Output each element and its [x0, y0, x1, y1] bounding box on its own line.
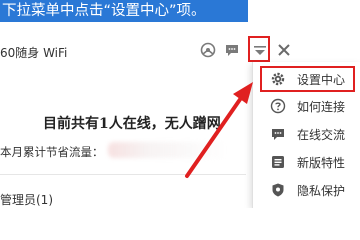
chat-icon[interactable]	[222, 40, 242, 60]
admin-count-label: 管理员(1)	[0, 193, 53, 207]
app-title: 60随身 WiFi	[0, 46, 68, 60]
close-icon[interactable]	[274, 40, 294, 60]
menu-item-new-features[interactable]: 新版特性	[253, 149, 360, 175]
menu-item-label: 新版特性	[297, 155, 346, 170]
menu-item-label: 如何连接	[297, 99, 346, 114]
help-icon	[269, 97, 287, 115]
menu-item-online-chat[interactable]: 在线交流	[253, 121, 360, 147]
annotation-box-menu-toggle	[248, 36, 270, 62]
chat-bubble-icon	[269, 125, 287, 143]
shield-icon	[269, 181, 287, 199]
features-icon	[269, 153, 287, 171]
online-status-heading: 目前共有1人在线，无人蹭网	[43, 116, 221, 132]
blurred-value	[108, 142, 228, 158]
menu-item-label: 隐私保护	[297, 183, 346, 198]
instruction-banner: 下拉菜单中点击“设置中心”项。	[0, 0, 248, 22]
annotation-box-settings	[260, 66, 355, 92]
menu-item-privacy[interactable]: 隐私保护	[253, 177, 360, 203]
screenshot-stage: 下拉菜单中点击“设置中心”项。 60随身 WiFi 目前共有1人在线，无人蹭网 …	[0, 0, 360, 208]
traffic-saved-label: 本月累计节省流量：	[0, 145, 104, 159]
divider	[0, 174, 246, 175]
menu-item-how-to-connect[interactable]: 如何连接	[253, 93, 360, 119]
menu-item-label: 在线交流	[297, 127, 346, 142]
share-icon[interactable]	[198, 40, 218, 60]
